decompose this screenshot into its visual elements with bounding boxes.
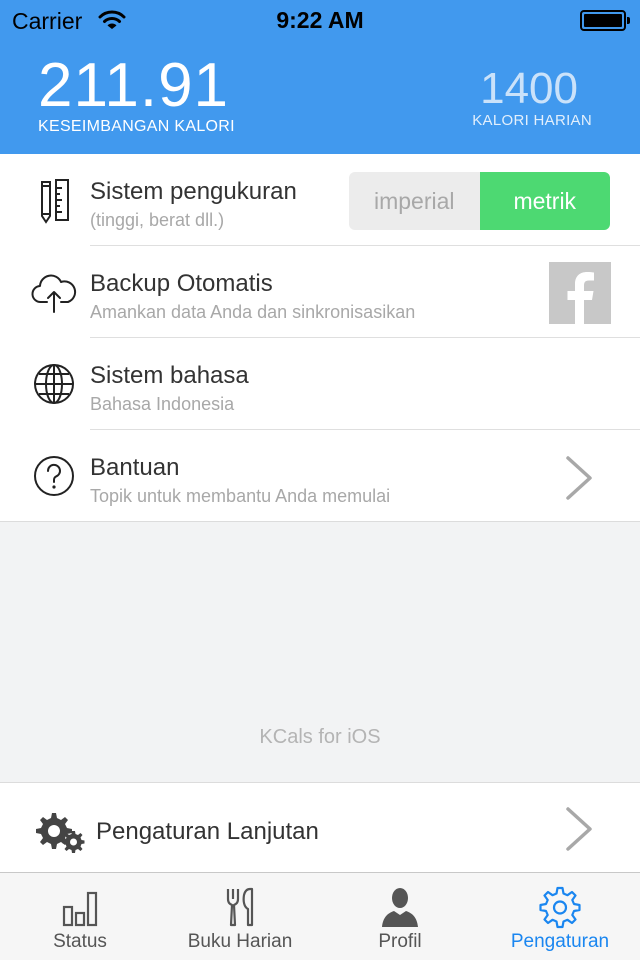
gear-icon [539, 886, 581, 929]
help-title: Bantuan [90, 454, 180, 481]
gears-icon [36, 813, 85, 853]
advanced-settings-row[interactable]: Pengaturan Lanjutan [0, 782, 640, 872]
tab-profile[interactable]: Profil [320, 873, 480, 960]
settings-list: Sistem pengukuran (tinggi, berat dll.) i… [0, 154, 640, 522]
bar-chart-icon [62, 891, 98, 927]
person-icon [382, 888, 418, 927]
help-row[interactable]: Bantuan Topik untuk membantu Anda memula… [0, 430, 640, 522]
calorie-balance-value: 211.91 [38, 51, 230, 120]
cloud-upload-icon [31, 274, 77, 313]
backup-title: Backup Otomatis [90, 270, 273, 297]
daily-calories-value: 1400 [480, 64, 578, 113]
globe-icon [34, 364, 74, 404]
unit-segmented-control: imperial metrik [349, 172, 610, 230]
chevron-right-icon [566, 807, 592, 851]
fork-knife-icon [226, 887, 254, 927]
help-subtitle: Topik untuk membantu Anda memulai [90, 486, 391, 506]
ruler-pencil-icon [41, 179, 69, 224]
calorie-balance-label: KESEIMBANGAN KALORI [38, 118, 235, 135]
tab-bar: Status Buku Harian Profil Pengaturan [0, 872, 640, 960]
battery-icon [580, 10, 630, 31]
backup-subtitle: Amankan data Anda dan sinkronisasikan [90, 302, 416, 322]
tab-label: Profil [378, 931, 422, 952]
facebook-icon [567, 272, 594, 324]
clock: 9:22 AM [276, 7, 364, 33]
tab-diary[interactable]: Buku Harian [160, 873, 320, 960]
language-subtitle: Bahasa Indonesia [90, 394, 235, 414]
tab-label: Buku Harian [187, 931, 293, 952]
help-icon [34, 456, 74, 496]
facebook-button[interactable] [549, 262, 611, 324]
daily-calories-label: KALORI HARIAN [472, 112, 592, 129]
advanced-settings-title: Pengaturan Lanjutan [96, 818, 319, 845]
app-footer-label: KCals for iOS [259, 726, 381, 748]
measurement-subtitle: (tinggi, berat dll.) [90, 210, 225, 230]
tab-settings[interactable]: Pengaturan [480, 873, 640, 960]
imperial-option[interactable]: imperial [349, 172, 480, 230]
status-bar: Carrier 9:22 AM [0, 0, 640, 40]
measurement-title: Sistem pengukuran [90, 178, 297, 205]
tab-label: Pengaturan [510, 931, 610, 952]
chevron-right-icon [566, 456, 592, 500]
tab-status[interactable]: Status [0, 873, 160, 960]
tab-label: Status [53, 931, 107, 952]
language-row[interactable]: Sistem bahasa Bahasa Indonesia [0, 338, 640, 430]
auto-backup-row[interactable]: Backup Otomatis Amankan data Anda dan si… [0, 246, 640, 338]
language-title: Sistem bahasa [90, 362, 249, 389]
calorie-header: Carrier 9:22 AM 211.91 KESEIMBANGAN KALO… [0, 0, 640, 154]
metric-option[interactable]: metrik [479, 172, 610, 230]
measurement-system-row: Sistem pengukuran (tinggi, berat dll.) i… [0, 154, 640, 246]
